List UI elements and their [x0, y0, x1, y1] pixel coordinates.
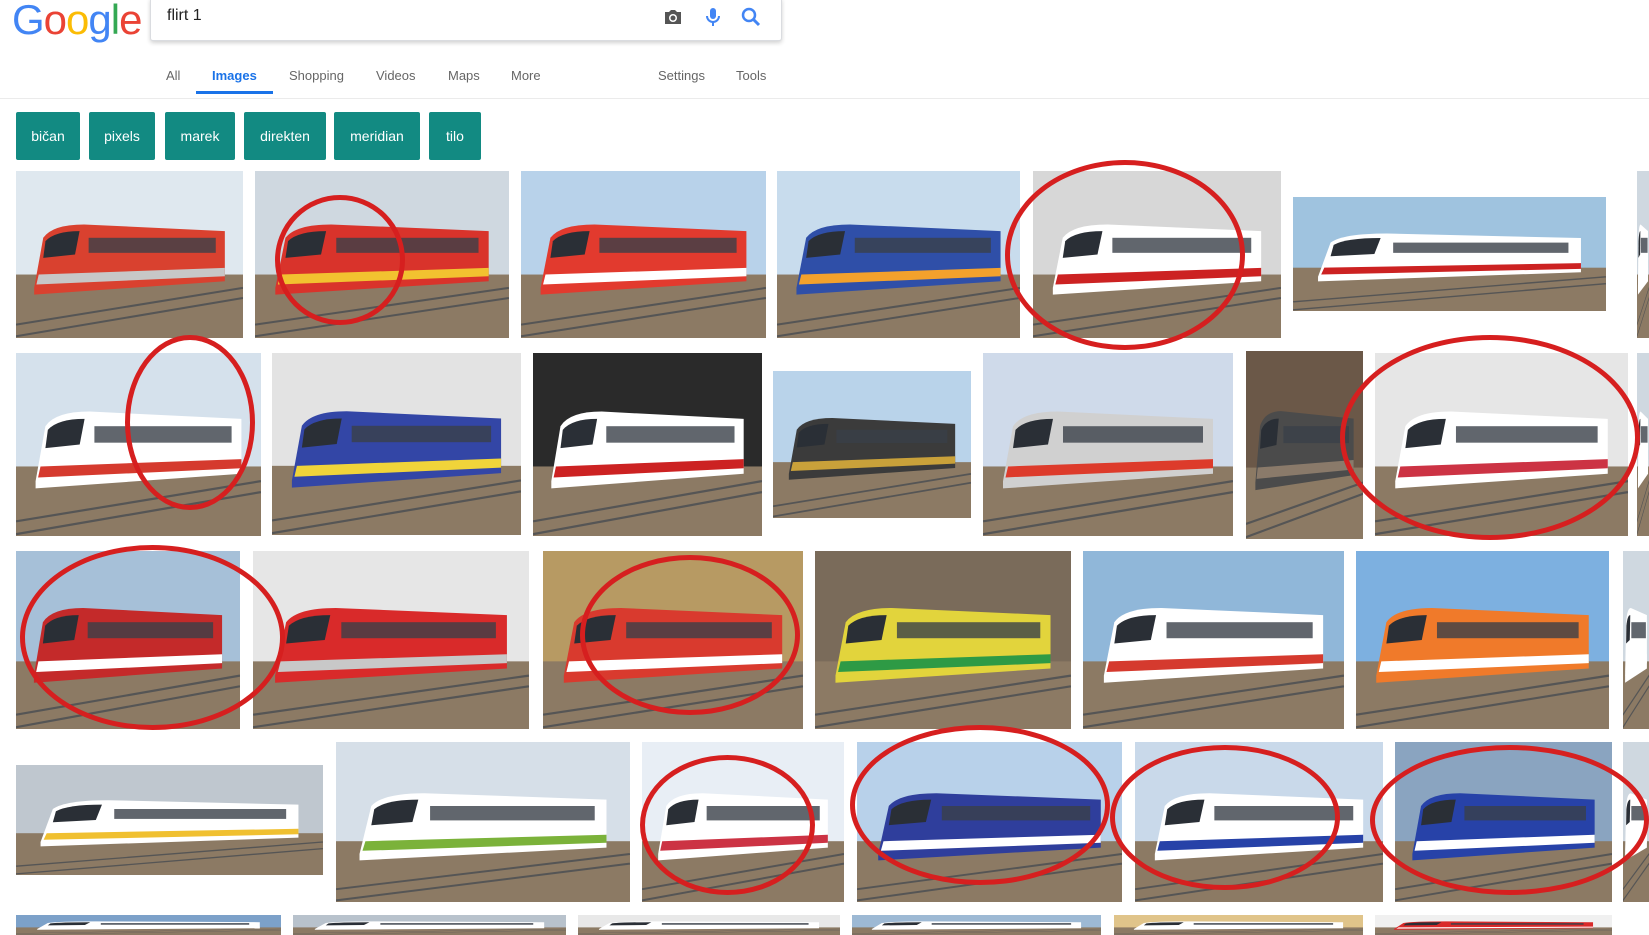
image-result[interactable]	[777, 171, 1020, 338]
google-logo[interactable]: Google	[12, 0, 142, 44]
chip-marek[interactable]: marek	[165, 112, 235, 160]
logo-letter: o	[66, 0, 89, 43]
train-photo-icon	[255, 171, 509, 338]
tab-maps[interactable]: Maps	[448, 66, 480, 91]
image-result[interactable]	[1637, 353, 1649, 536]
train-photo-icon	[1356, 551, 1609, 729]
train-photo-icon	[16, 171, 243, 338]
train-photo-icon	[777, 171, 1020, 338]
train-photo-icon	[642, 742, 844, 902]
chip-tilo[interactable]: tilo	[429, 112, 481, 160]
train-photo-icon	[253, 551, 529, 729]
train-photo-icon	[1083, 551, 1344, 729]
image-result[interactable]	[543, 551, 803, 729]
logo-letter: o	[43, 0, 67, 43]
image-result[interactable]	[642, 742, 844, 902]
train-photo-icon	[1293, 197, 1606, 311]
image-result[interactable]	[16, 171, 243, 338]
image-result[interactable]	[293, 915, 566, 935]
search-input[interactable]: flirt 1	[167, 7, 202, 25]
tab-tools[interactable]: Tools	[736, 66, 766, 91]
image-result[interactable]	[253, 551, 529, 729]
image-result[interactable]	[852, 915, 1101, 935]
tab-images[interactable]: Images	[196, 66, 273, 94]
train-photo-icon	[1375, 353, 1628, 536]
image-result[interactable]	[857, 742, 1122, 902]
train-photo-icon	[815, 551, 1071, 729]
train-photo-icon	[1375, 915, 1612, 935]
chip-bican[interactable]: bičan	[16, 112, 80, 160]
tab-shopping[interactable]: Shopping	[289, 66, 344, 91]
train-photo-icon	[16, 915, 281, 935]
logo-letter: G	[12, 0, 45, 43]
image-result[interactable]	[255, 171, 509, 338]
train-photo-icon	[1637, 171, 1649, 338]
image-result[interactable]	[16, 551, 240, 729]
logo-letter: l	[110, 0, 120, 43]
logo-letter: e	[119, 0, 142, 43]
train-photo-icon	[857, 742, 1122, 902]
image-result[interactable]	[773, 371, 971, 518]
image-result[interactable]	[1623, 551, 1649, 729]
logo-letter: g	[88, 0, 111, 43]
image-result[interactable]	[533, 353, 762, 536]
image-result[interactable]	[1114, 915, 1363, 935]
image-result[interactable]	[1395, 742, 1612, 902]
train-photo-icon	[578, 915, 840, 935]
train-photo-icon	[983, 353, 1233, 536]
image-result[interactable]	[16, 765, 323, 875]
train-photo-icon	[1114, 915, 1363, 935]
image-result[interactable]	[983, 353, 1233, 536]
train-photo-icon	[1395, 742, 1612, 902]
chip-meridian[interactable]: meridian	[334, 112, 420, 160]
image-result[interactable]	[1293, 197, 1606, 311]
train-photo-icon	[1637, 353, 1649, 536]
train-photo-icon	[852, 915, 1101, 935]
chip-direkten[interactable]: direkten	[244, 112, 326, 160]
image-result[interactable]	[16, 353, 261, 536]
tab-all[interactable]: All	[166, 66, 180, 91]
train-photo-icon	[1623, 551, 1649, 729]
image-result[interactable]	[1033, 171, 1281, 338]
image-result[interactable]	[521, 171, 766, 338]
train-photo-icon	[16, 765, 323, 875]
train-photo-icon	[1135, 742, 1383, 902]
train-photo-icon	[773, 371, 971, 518]
train-photo-icon	[521, 171, 766, 338]
microphone-icon[interactable]	[701, 5, 725, 29]
train-photo-icon	[1246, 351, 1363, 539]
divider	[0, 98, 1649, 99]
train-photo-icon	[293, 915, 566, 935]
image-result[interactable]	[272, 353, 521, 535]
image-result[interactable]	[1083, 551, 1344, 729]
image-result[interactable]	[1246, 351, 1363, 539]
train-photo-icon	[543, 551, 803, 729]
search-icon[interactable]	[739, 5, 763, 29]
train-photo-icon	[1623, 742, 1649, 902]
train-photo-icon	[533, 353, 762, 536]
train-photo-icon	[16, 551, 240, 729]
search-tabs: All Images Shopping Videos Maps More Set…	[0, 66, 1649, 98]
image-result[interactable]	[1375, 915, 1612, 935]
camera-icon[interactable]	[661, 5, 685, 29]
image-result[interactable]	[1375, 353, 1628, 536]
image-result[interactable]	[1637, 171, 1649, 338]
image-result[interactable]	[815, 551, 1071, 729]
image-result[interactable]	[336, 742, 630, 902]
image-result[interactable]	[1356, 551, 1609, 729]
train-photo-icon	[272, 353, 521, 535]
train-photo-icon	[1033, 171, 1281, 338]
tab-more[interactable]: More	[511, 66, 541, 91]
search-box[interactable]: flirt 1	[150, 0, 782, 41]
train-photo-icon	[336, 742, 630, 902]
image-result[interactable]	[16, 915, 281, 935]
tab-videos[interactable]: Videos	[376, 66, 416, 91]
image-result[interactable]	[578, 915, 840, 935]
image-result[interactable]	[1135, 742, 1383, 902]
chip-pixels[interactable]: pixels	[89, 112, 155, 160]
tab-settings[interactable]: Settings	[658, 66, 705, 91]
image-result[interactable]	[1623, 742, 1649, 902]
train-photo-icon	[16, 353, 261, 536]
